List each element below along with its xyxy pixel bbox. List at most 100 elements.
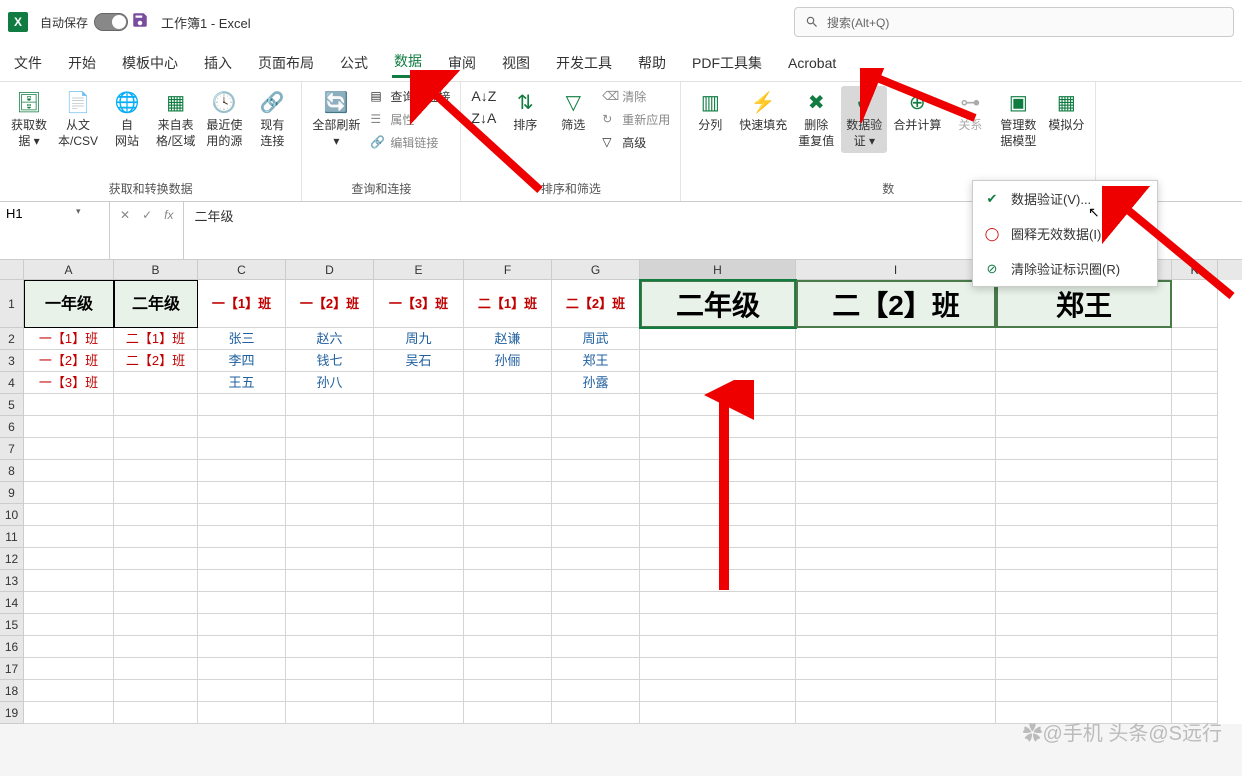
cell-I4[interactable] — [796, 372, 996, 394]
cell-D5[interactable] — [286, 394, 374, 416]
cell-C15[interactable] — [198, 614, 286, 636]
cell-I18[interactable] — [796, 680, 996, 702]
advanced-button[interactable]: ▽高级 — [598, 132, 674, 153]
from-web-button[interactable]: 🌐自 网站 — [104, 86, 150, 153]
cell-I19[interactable] — [796, 702, 996, 724]
cell-B10[interactable] — [114, 504, 198, 526]
cell-K4[interactable] — [1172, 372, 1218, 394]
cell-C6[interactable] — [198, 416, 286, 438]
data-model-button[interactable]: ▣管理数 据模型 — [995, 86, 1041, 153]
cell-A18[interactable] — [24, 680, 114, 702]
col-header-B[interactable]: B — [114, 260, 198, 280]
cell-C13[interactable] — [198, 570, 286, 592]
cell-G1[interactable]: 二【2】班 — [552, 280, 640, 328]
cell-F19[interactable] — [464, 702, 552, 724]
cell-D4[interactable]: 孙八 — [286, 372, 374, 394]
cell-I11[interactable] — [796, 526, 996, 548]
cell-A15[interactable] — [24, 614, 114, 636]
save-icon[interactable] — [131, 11, 149, 34]
cell-J13[interactable] — [996, 570, 1172, 592]
row-header[interactable]: 7 — [0, 438, 24, 460]
cell-A19[interactable] — [24, 702, 114, 724]
cell-I14[interactable] — [796, 592, 996, 614]
col-header-H[interactable]: H — [640, 260, 796, 280]
cell-C17[interactable] — [198, 658, 286, 680]
get-data-button[interactable]: 🗄获取数 据 ▾ — [6, 86, 52, 153]
cell-K10[interactable] — [1172, 504, 1218, 526]
queries-button[interactable]: ▤查询和连接 — [366, 86, 454, 107]
row-header[interactable]: 2 — [0, 328, 24, 350]
row-header[interactable]: 16 — [0, 636, 24, 658]
cell-D10[interactable] — [286, 504, 374, 526]
cell-J12[interactable] — [996, 548, 1172, 570]
cell-J18[interactable] — [996, 680, 1172, 702]
cell-D16[interactable] — [286, 636, 374, 658]
cell-C4[interactable]: 王五 — [198, 372, 286, 394]
cell-E16[interactable] — [374, 636, 464, 658]
cell-B7[interactable] — [114, 438, 198, 460]
cell-J4[interactable] — [996, 372, 1172, 394]
cell-C19[interactable] — [198, 702, 286, 724]
cell-A2[interactable]: 一【1】班 — [24, 328, 114, 350]
cell-A4[interactable]: 一【3】班 — [24, 372, 114, 394]
sort-desc-button[interactable]: Z↓A — [467, 108, 500, 128]
cell-H19[interactable] — [640, 702, 796, 724]
col-header-D[interactable]: D — [286, 260, 374, 280]
cell-B6[interactable] — [114, 416, 198, 438]
cell-H6[interactable] — [640, 416, 796, 438]
row-header[interactable]: 5 — [0, 394, 24, 416]
name-box-input[interactable] — [6, 206, 76, 221]
cell-K5[interactable] — [1172, 394, 1218, 416]
cell-D18[interactable] — [286, 680, 374, 702]
cell-I17[interactable] — [796, 658, 996, 680]
cell-D12[interactable] — [286, 548, 374, 570]
cell-B19[interactable] — [114, 702, 198, 724]
cancel-icon[interactable]: ✕ — [116, 206, 134, 224]
menu-formula[interactable]: 公式 — [338, 49, 370, 77]
remove-duplicates-button[interactable]: ✖删除 重复值 — [793, 86, 839, 153]
data-validation-item[interactable]: ✔ 数据验证(V)... — [973, 181, 1157, 216]
col-header-A[interactable]: A — [24, 260, 114, 280]
cell-D9[interactable] — [286, 482, 374, 504]
cell-F2[interactable]: 赵谦 — [464, 328, 552, 350]
row-header[interactable]: 8 — [0, 460, 24, 482]
cell-C2[interactable]: 张三 — [198, 328, 286, 350]
cell-E9[interactable] — [374, 482, 464, 504]
cell-H13[interactable] — [640, 570, 796, 592]
cell-I13[interactable] — [796, 570, 996, 592]
cell-H17[interactable] — [640, 658, 796, 680]
fx-icon[interactable]: fx — [160, 206, 177, 224]
chevron-down-icon[interactable]: ▾ — [76, 206, 81, 217]
cell-I16[interactable] — [796, 636, 996, 658]
cell-D13[interactable] — [286, 570, 374, 592]
cell-K18[interactable] — [1172, 680, 1218, 702]
cell-B4[interactable] — [114, 372, 198, 394]
cell-F16[interactable] — [464, 636, 552, 658]
cell-A10[interactable] — [24, 504, 114, 526]
cell-K12[interactable] — [1172, 548, 1218, 570]
row-header[interactable]: 17 — [0, 658, 24, 680]
col-header-E[interactable]: E — [374, 260, 464, 280]
cell-E8[interactable] — [374, 460, 464, 482]
cell-A8[interactable] — [24, 460, 114, 482]
search-input[interactable]: 搜索(Alt+Q) — [794, 7, 1234, 37]
cell-G5[interactable] — [552, 394, 640, 416]
cell-D19[interactable] — [286, 702, 374, 724]
row-header[interactable]: 15 — [0, 614, 24, 636]
cell-I3[interactable] — [796, 350, 996, 372]
cell-D17[interactable] — [286, 658, 374, 680]
cell-K8[interactable] — [1172, 460, 1218, 482]
cell-F1[interactable]: 二【1】班 — [464, 280, 552, 328]
cell-H3[interactable] — [640, 350, 796, 372]
cell-J3[interactable] — [996, 350, 1172, 372]
row-header[interactable]: 4 — [0, 372, 24, 394]
cell-G14[interactable] — [552, 592, 640, 614]
cell-D14[interactable] — [286, 592, 374, 614]
cell-A7[interactable] — [24, 438, 114, 460]
cell-E5[interactable] — [374, 394, 464, 416]
cell-E11[interactable] — [374, 526, 464, 548]
menu-acrobat[interactable]: Acrobat — [786, 51, 838, 75]
refresh-all-button[interactable]: 🔄全部刷新 ▾ — [308, 86, 364, 153]
cell-E3[interactable]: 吴石 — [374, 350, 464, 372]
cell-K17[interactable] — [1172, 658, 1218, 680]
